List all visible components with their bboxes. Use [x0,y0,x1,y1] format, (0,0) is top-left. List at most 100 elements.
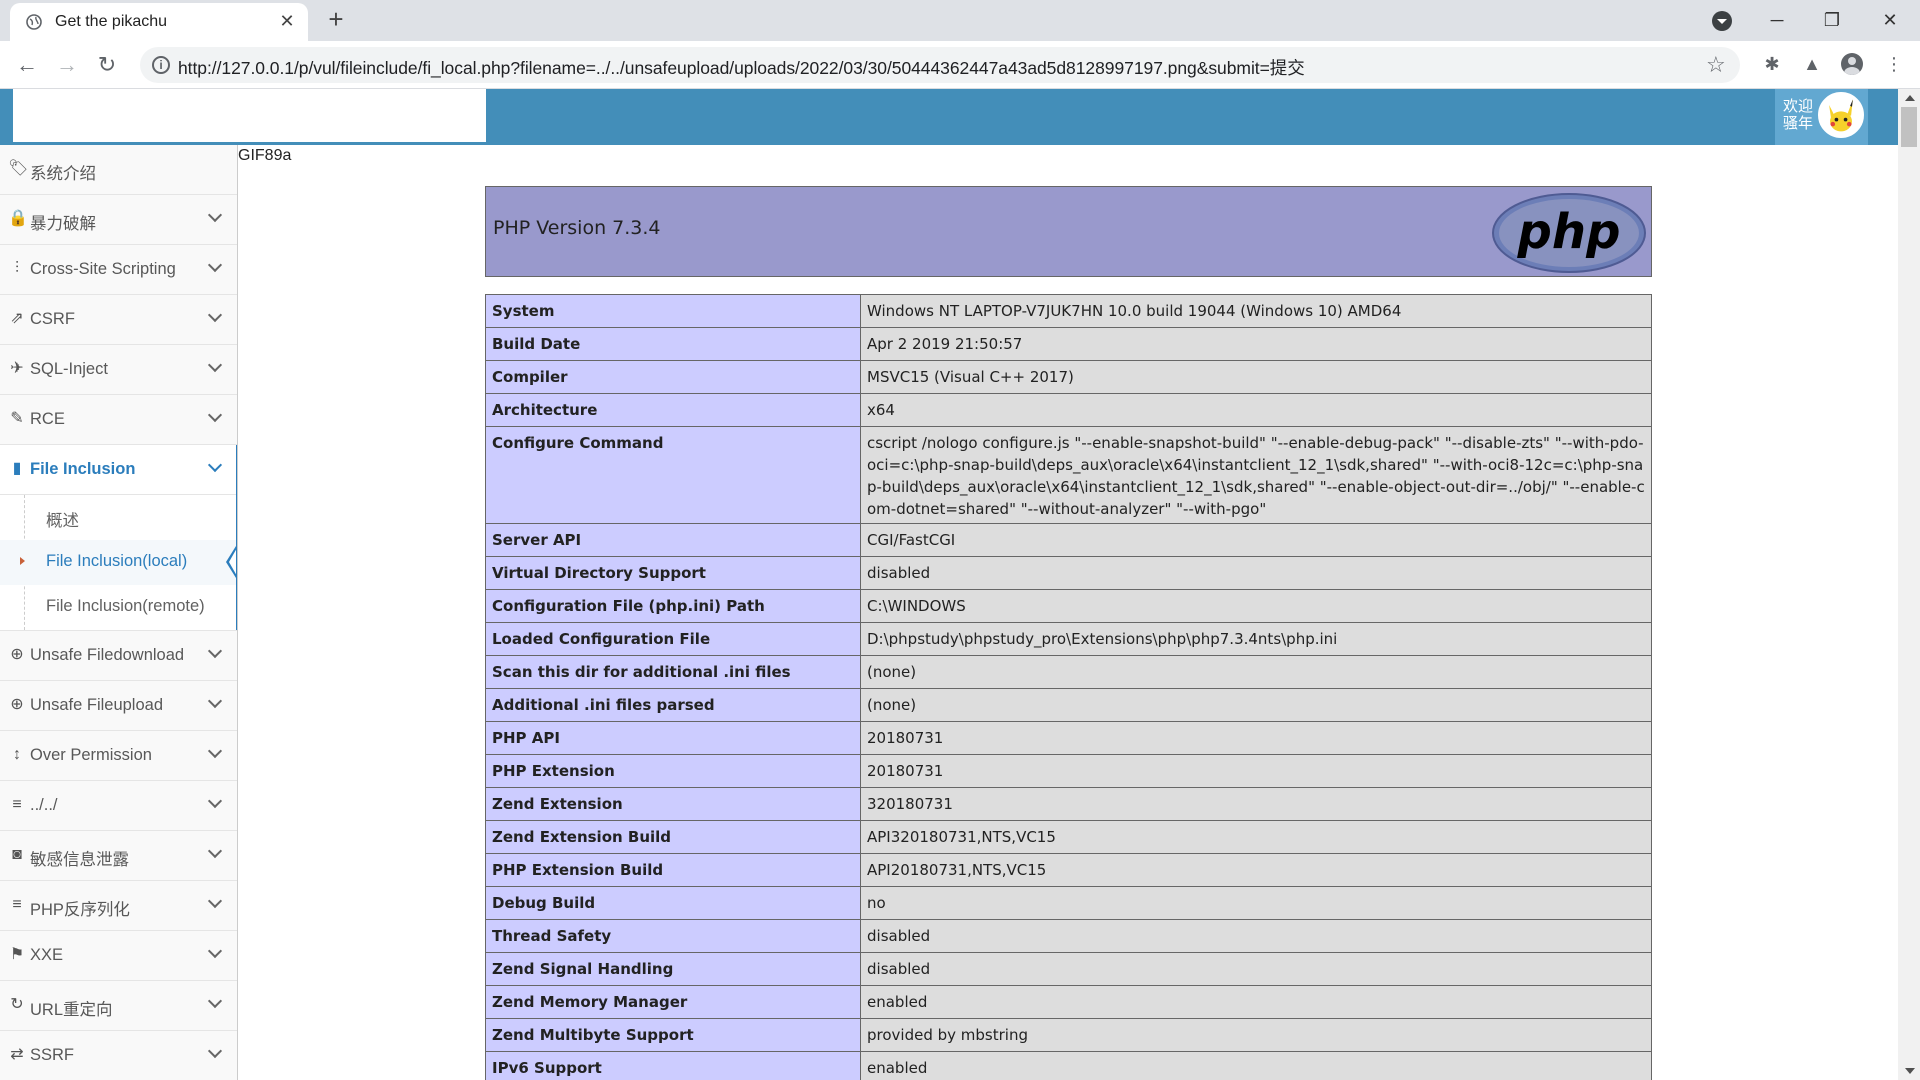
table-row: Virtual Directory Support disabled [485,556,1652,590]
browser-toolbar: ← → ↻ i http://127.0.0.1/p/vul/fileinclu… [0,41,1920,89]
site-info-icon[interactable]: i [152,56,170,74]
row-key: PHP Extension [485,754,861,788]
window-close-icon[interactable]: ✕ [1870,5,1910,35]
row-value: x64 [860,393,1652,427]
new-tab-icon[interactable]: + [324,6,348,32]
row-value: 20180731 [860,754,1652,788]
table-row: Loaded Configuration File D:\phpstudy\php… [485,622,1652,656]
submenu-item-remote[interactable]: File Inclusion(remote) [0,585,237,630]
plane-icon: ✈ [10,360,24,377]
welcome-badge[interactable]: 欢迎骚年 [1775,89,1868,145]
submenu-item-local[interactable]: File Inclusion(local) [0,540,237,585]
sidebar-item-url-redirect[interactable]: ↻ URL重定向 [0,981,237,1031]
row-value: no [860,886,1652,920]
minimize-icon[interactable]: ─ [1757,5,1797,35]
tab-search-icon[interactable] [1712,11,1732,31]
row-key: Scan this dir for additional .ini files [485,655,861,689]
sidebar-item-unsafe-fileupload[interactable]: ⊕ Unsafe Fileupload [0,681,237,731]
sidebar-item-bruteforce[interactable]: 🔒 暴力破解 [0,195,237,245]
table-row: PHP API 20180731 [485,721,1652,755]
sidebar-item-rce[interactable]: ✎ RCE [0,395,237,445]
chevron-down-icon [207,259,223,275]
share-icon: ⇗ [10,310,24,327]
restore-icon[interactable]: ❐ [1812,5,1852,35]
row-value: Windows NT LAPTOP-V7JUK7HN 10.0 build 19… [860,294,1652,328]
table-row: Configure Command cscript /nologo configu… [485,426,1652,524]
sidebar-item-info-leak[interactable]: ◙ 敏感信息泄露 [0,831,237,881]
row-value: D:\phpstudy\phpstudy_pro\Extensions\php\… [860,622,1652,656]
chevron-down-icon [207,459,223,475]
close-tab-icon[interactable]: ✕ [278,12,296,30]
chevron-down-icon [207,645,223,661]
sidebar-item-dir-traversal[interactable]: ≡ ../../ [0,781,237,831]
chevron-down-icon [207,745,223,761]
profile-avatar-icon[interactable] [1841,53,1863,75]
row-value: CGI/FastCGI [860,523,1652,557]
back-icon[interactable]: ← [13,51,41,79]
sidebar-item-intro[interactable]: 🏷 系统介绍 [0,145,237,195]
welcome-text: 欢迎骚年 [1783,98,1814,132]
upload-circle-icon: ⊕ [10,696,24,713]
row-key: Server API [485,523,861,557]
scroll-down-icon[interactable] [1905,1068,1915,1074]
row-key: PHP Extension Build [485,853,861,887]
sidebar-item-over-permission[interactable]: ↕ Over Permission [0,731,237,781]
sidebar-item-ssrf[interactable]: ⇄ SSRF [0,1031,237,1080]
sidebar-item-label: CSRF [30,310,75,328]
table-row: Server API CGI/FastCGI [485,523,1652,557]
bookmark-star-icon[interactable]: ☆ [1706,52,1726,78]
chevron-down-icon [207,359,223,375]
browser-tab[interactable]: Get the pikachu ✕ [10,3,308,41]
labs-icon[interactable]: ▲ [1800,52,1824,76]
php-logo-text: php [1517,204,1621,260]
list-icon: ≡ [12,796,22,813]
menu-dots-icon[interactable]: ⋮ [1882,52,1906,76]
row-value: 320180731 [860,787,1652,821]
sidebar-item-php-unserialize[interactable]: ≡ PHP反序列化 [0,881,237,931]
row-key: Virtual Directory Support [485,556,861,590]
sidebar-item-label: ../../ [30,796,58,814]
sidebar-item-sqli[interactable]: ✈ SQL-Inject [0,345,237,395]
chevron-down-icon [207,309,223,325]
row-value: enabled [860,985,1652,1019]
submenu-item-label: File Inclusion(remote) [46,597,205,615]
download-circle-icon: ⊕ [10,646,24,663]
sidebar-item-label: File Inclusion [30,460,136,478]
flag-icon: ⚑ [9,946,25,963]
address-bar[interactable]: i http://127.0.0.1/p/vul/fileinclude/fi_… [140,47,1740,83]
sidebar-item-label: PHP反序列化 [30,901,130,919]
tab-strip: Get the pikachu ✕ + ─ ❐ ✕ [0,0,1920,41]
submenu-item-overview[interactable]: 概述 [0,495,237,540]
sidebar-item-xxe[interactable]: ⚑ XXE [0,931,237,981]
row-key: Thread Safety [485,919,861,953]
align-icon: ⫶ [14,260,19,277]
chevron-down-icon [207,995,223,1011]
scrollbar-thumb[interactable] [1901,107,1917,147]
sidebar-item-csrf[interactable]: ⇗ CSRF [0,295,237,345]
vertical-scrollbar[interactable] [1898,89,1920,1080]
sidebar-item-label: XXE [30,946,64,964]
file-inclusion-submenu: 概述 File Inclusion(local) File Inclusion(… [0,495,237,631]
chevron-down-icon [207,409,223,425]
forward-icon[interactable]: → [53,51,81,79]
row-key: Build Date [485,327,861,361]
sidebar-item-xss[interactable]: ⫶ Cross-Site Scripting [0,245,237,295]
reload-icon[interactable]: ↻ [93,51,121,79]
extensions-icon[interactable]: ✱ [1760,52,1784,76]
row-value: provided by mbstring [860,1018,1652,1052]
sidebar-item-file-inclusion[interactable]: ▮ File Inclusion [0,445,237,495]
sidebar-item-unsafe-filedownload[interactable]: ⊕ Unsafe Filedownload [0,631,237,681]
table-row: Zend Memory Manager enabled [485,985,1652,1019]
table-row: IPv6 Support enabled [485,1051,1652,1080]
sidebar-item-label: SSRF [30,1046,75,1064]
file-icon: ▮ [12,460,22,477]
table-row: Thread Safety disabled [485,919,1652,953]
row-key: Zend Multibyte Support [485,1018,861,1052]
row-key: Configuration File (php.ini) Path [485,589,861,623]
table-row: Debug Build no [485,886,1652,920]
scroll-up-icon[interactable] [1905,95,1915,101]
url-text[interactable]: http://127.0.0.1/p/vul/fileinclude/fi_lo… [178,55,1305,80]
row-key: PHP API [485,721,861,755]
php-logo[interactable]: php [1491,192,1647,274]
row-key: Zend Extension Build [485,820,861,854]
